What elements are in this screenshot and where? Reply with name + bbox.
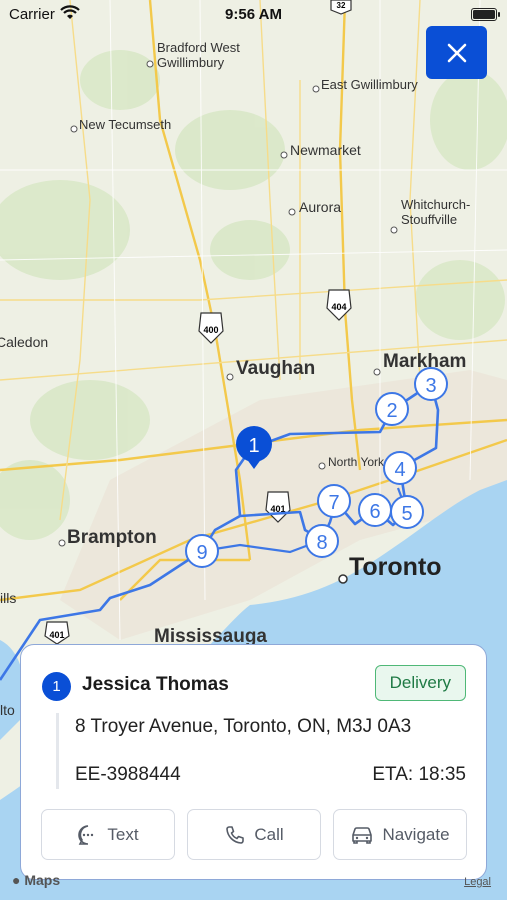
- place-label: Brampton: [67, 527, 157, 548]
- customer-name: Jessica Thomas: [82, 674, 229, 695]
- navigate-button-label: Navigate: [382, 824, 450, 844]
- place-label: New Tecumseth: [79, 117, 171, 132]
- place-label: Caledon: [0, 334, 48, 350]
- place-label: East Gwillimbury: [321, 77, 418, 92]
- place-label: Newmarket: [290, 142, 361, 158]
- place-label: Bradford West: [157, 40, 240, 55]
- svg-text:5: 5: [401, 503, 412, 525]
- apple-logo-icon: ●: [12, 872, 21, 888]
- clock: 9:56 AM: [225, 6, 282, 23]
- svg-text:1: 1: [248, 435, 259, 457]
- navigate-button[interactable]: Navigate: [333, 809, 467, 860]
- stop-detail-card[interactable]: 1 Jessica Thomas Delivery 8 Troyer Avenu…: [20, 644, 487, 880]
- stop-marker-3[interactable]: 3: [414, 367, 448, 401]
- call-button-label: Call: [254, 824, 284, 844]
- stop-marker-4[interactable]: 4: [383, 451, 417, 485]
- place-label: Vaughan: [236, 358, 315, 379]
- stop-address: 8 Troyer Avenue, Toronto, ON, M3J 0A3: [75, 716, 412, 737]
- message-icon: [78, 824, 94, 845]
- svg-text:6: 6: [369, 501, 380, 523]
- svg-text:401: 401: [49, 630, 64, 640]
- place-label: Whitchurch-: [401, 197, 470, 212]
- phone-icon: [226, 825, 245, 844]
- place-label: Gwillimbury: [157, 55, 225, 70]
- call-button[interactable]: Call: [187, 809, 321, 860]
- svg-text:400: 400: [203, 325, 218, 335]
- maps-attribution-label: Maps: [24, 872, 61, 888]
- status-bar: Carrier 9:56 AM: [0, 0, 507, 28]
- stop-marker-5[interactable]: 5: [390, 495, 424, 529]
- maps-attribution[interactable]: ● Maps: [12, 872, 60, 888]
- svg-text:7: 7: [328, 492, 339, 514]
- eta-label: ETA: 18:35: [372, 764, 466, 785]
- svg-text:404: 404: [331, 302, 346, 312]
- svg-text:2: 2: [386, 400, 397, 422]
- stop-marker-7[interactable]: 7: [317, 484, 351, 518]
- svg-text:4: 4: [394, 459, 405, 481]
- text-button[interactable]: Text: [41, 809, 175, 860]
- text-button-label: Text: [107, 824, 139, 844]
- battery-icon: [471, 8, 500, 21]
- stop-marker-9[interactable]: 9: [185, 534, 219, 568]
- stop-marker-6[interactable]: 6: [358, 493, 392, 527]
- close-icon: [447, 43, 466, 62]
- close-button[interactable]: [426, 26, 487, 79]
- order-id: EE-3988444: [75, 764, 181, 785]
- stop-marker-8[interactable]: 8: [305, 524, 339, 558]
- place-label: Aurora: [299, 199, 341, 215]
- place-label: lto: [0, 702, 15, 718]
- place-label: Stouffville: [401, 212, 457, 227]
- svg-text:9: 9: [196, 542, 207, 564]
- stop-number-badge: 1: [42, 672, 71, 701]
- legal-link[interactable]: Legal: [464, 876, 491, 888]
- place-label: ills: [0, 590, 16, 606]
- delivery-type-badge: Delivery: [374, 665, 466, 701]
- svg-text:3: 3: [425, 375, 436, 397]
- stop-marker-2[interactable]: 2: [375, 392, 409, 426]
- car-icon: [352, 826, 373, 844]
- timeline-bar: [56, 713, 59, 789]
- svg-text:8: 8: [316, 532, 327, 554]
- place-label: Toronto: [349, 553, 442, 581]
- place-label: North York: [328, 455, 385, 469]
